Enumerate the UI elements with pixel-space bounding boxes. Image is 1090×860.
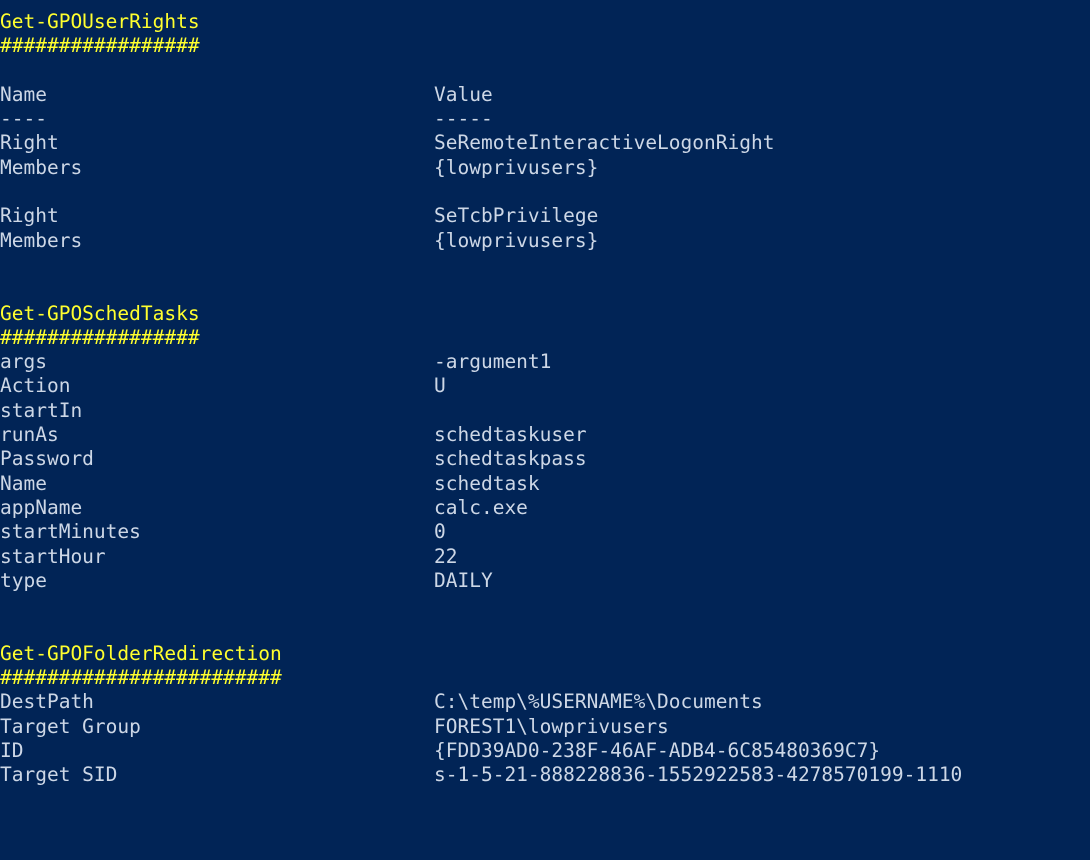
column-rule-name: ---- (0, 107, 47, 131)
powershell-console-output[interactable]: Get-GPOUserRights ################# Name… (0, 0, 1090, 805)
row-name: startIn (0, 398, 83, 422)
row-name: startHour (0, 544, 106, 568)
row-value: s-1-5-21-888228836-1552922583-4278570199… (434, 763, 963, 787)
top-padding (0, 0, 1090, 10)
row-name: ID (0, 738, 24, 762)
row-value: C:\temp\%USERNAME%\Documents (434, 690, 763, 714)
table-row: DestPath C:\temp\%USERNAME%\Documents (0, 690, 1090, 714)
row-value: U (434, 374, 446, 398)
table-row: Action U (0, 374, 1090, 398)
section-title: Get-GPOFolderRedirection (0, 641, 282, 665)
section-underline-line: ######################## (0, 666, 1090, 690)
table-row (0, 180, 1090, 204)
row-name: Target SID (0, 763, 118, 787)
row-value: schedtask (434, 471, 540, 495)
row-name: Target Group (0, 714, 141, 738)
row-value: 22 (434, 544, 458, 568)
table-row: startIn (0, 399, 1090, 423)
row-name: Action (0, 374, 71, 398)
table-row: Target Group FOREST1\lowprivusers (0, 715, 1090, 739)
row-value: SeTcbPrivilege (434, 204, 599, 228)
row-name: DestPath (0, 690, 94, 714)
row-value: DAILY (434, 568, 493, 592)
section-underline: ######################## (0, 666, 282, 690)
table-row: runAs schedtaskuser (0, 423, 1090, 447)
table-header-row: Name Value (0, 83, 1090, 107)
row-value: SeRemoteInteractiveLogonRight (434, 131, 775, 155)
row-name: appName (0, 495, 83, 519)
row-name: Name (0, 471, 47, 495)
row-value: FOREST1\lowprivusers (434, 714, 669, 738)
row-value: 0 (434, 520, 446, 544)
table-row: Members {lowprivusers} (0, 156, 1090, 180)
table-row: Members {lowprivusers} (0, 229, 1090, 253)
section-title-line: Get-GPOUserRights (0, 10, 1090, 34)
table-row: startMinutes 0 (0, 520, 1090, 544)
table-row: Right SeTcbPrivilege (0, 204, 1090, 228)
table-row: appName calc.exe (0, 496, 1090, 520)
table-row: Name schedtask (0, 472, 1090, 496)
section-underline: ################# (0, 325, 200, 349)
table-row: ID {FDD39AD0-238F-46AF-ADB4-6C85480369C7… (0, 739, 1090, 763)
table-row: Target SID s-1-5-21-888228836-1552922583… (0, 763, 1090, 787)
row-name: runAs (0, 423, 59, 447)
section-title-line: Get-GPOFolderRedirection (0, 642, 1090, 666)
table-row: startHour 22 (0, 545, 1090, 569)
row-name: Members (0, 155, 83, 179)
row-name: Right (0, 131, 59, 155)
row-name: Right (0, 204, 59, 228)
section-title-line: Get-GPOSchedTasks (0, 302, 1090, 326)
row-name: type (0, 568, 47, 592)
row-name: Members (0, 228, 83, 252)
table-row: type DAILY (0, 569, 1090, 593)
row-value: calc.exe (434, 495, 528, 519)
table-row: Password schedtaskpass (0, 447, 1090, 471)
column-header-name: Name (0, 82, 47, 106)
row-value: schedtaskpass (434, 447, 587, 471)
section-title: Get-GPOSchedTasks (0, 301, 200, 325)
table-row: Right SeRemoteInteractiveLogonRight (0, 131, 1090, 155)
row-value: schedtaskuser (434, 423, 587, 447)
section-underline-line: ################# (0, 326, 1090, 350)
row-value: {FDD39AD0-238F-46AF-ADB4-6C85480369C7} (434, 738, 881, 762)
table-row: args -argument1 (0, 350, 1090, 374)
section-title: Get-GPOUserRights (0, 10, 200, 33)
row-value: {lowprivusers} (434, 228, 599, 252)
row-name: args (0, 350, 47, 374)
row-name: startMinutes (0, 520, 141, 544)
row-value: -argument1 (434, 350, 552, 374)
column-rule-value: ----- (434, 107, 493, 131)
section-underline-line: ################# (0, 34, 1090, 58)
section-underline: ################# (0, 34, 200, 58)
row-name: Password (0, 447, 94, 471)
row-value: {lowprivusers} (434, 155, 599, 179)
column-header-value: Value (434, 82, 493, 106)
table-rule-row: ---- ----- (0, 107, 1090, 131)
